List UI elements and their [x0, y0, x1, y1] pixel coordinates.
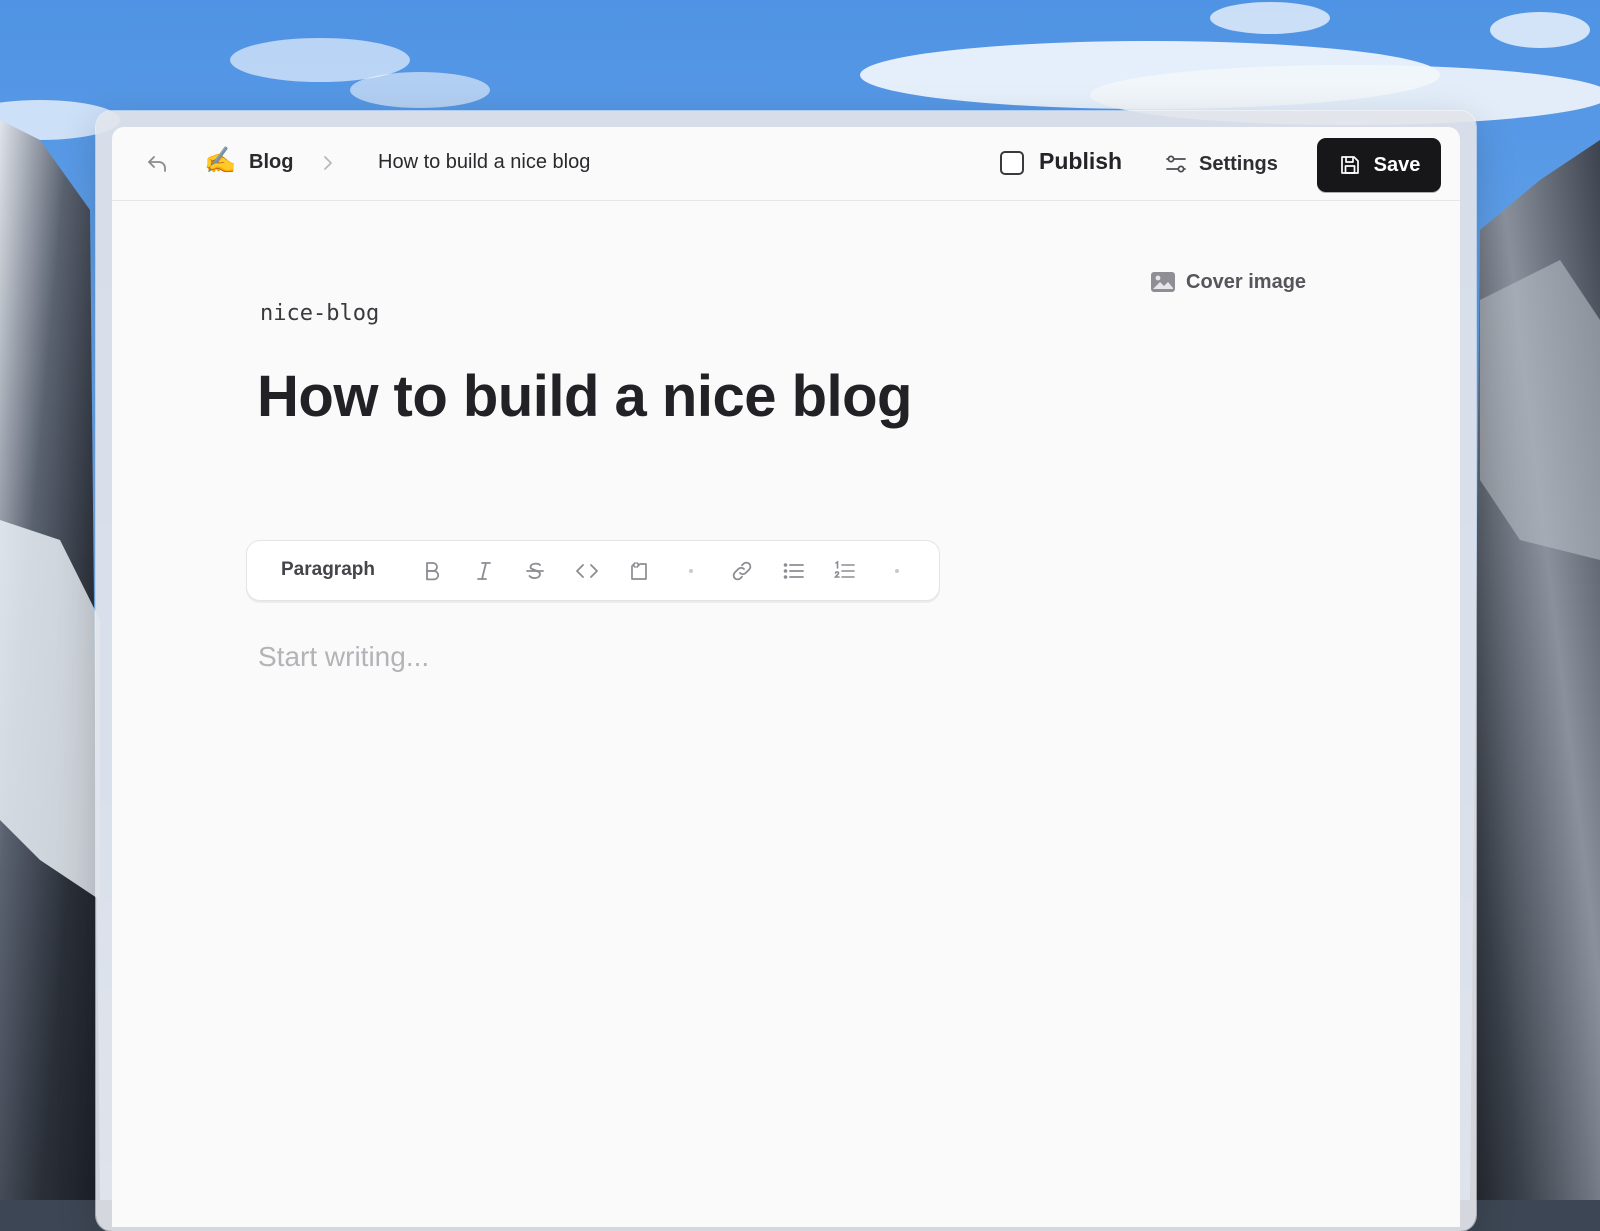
breadcrumb-current: How to build a nice blog — [378, 151, 591, 173]
link-icon — [732, 561, 752, 581]
settings-label: Settings — [1199, 152, 1278, 175]
italic-button[interactable] — [470, 557, 498, 585]
undo-arrow-icon — [148, 156, 166, 172]
save-label: Save — [1373, 153, 1421, 176]
post-title[interactable]: How to build a nice blog — [257, 363, 912, 430]
settings-button[interactable]: Settings — [1164, 149, 1278, 179]
top-bar: ✍️ Blog How to build a nice blog Publish… — [112, 127, 1460, 201]
code-icon — [576, 564, 598, 578]
ordered-list-icon — [833, 560, 855, 578]
sliders-icon — [1166, 155, 1186, 173]
block-type-dropdown[interactable]: Paragraph — [281, 559, 375, 581]
body-editor[interactable]: Start writing... — [258, 641, 1158, 681]
italic-icon — [477, 562, 491, 580]
link-button[interactable] — [728, 557, 756, 585]
code-block-button[interactable] — [625, 557, 653, 585]
inline-code-button[interactable] — [573, 557, 601, 585]
strikethrough-icon — [526, 562, 544, 579]
writing-hand-icon: ✍️ — [204, 146, 237, 176]
chevron-right-icon — [324, 156, 332, 170]
post-slug[interactable]: nice-blog — [260, 301, 379, 326]
publish-label[interactable]: Publish — [1039, 148, 1122, 175]
floppy-disk-icon — [1340, 156, 1359, 174]
back-button[interactable] — [142, 149, 172, 179]
publish-checkbox[interactable] — [1000, 151, 1024, 175]
ordered-list-button[interactable] — [831, 557, 859, 585]
image-icon — [1151, 272, 1175, 292]
editor-window: ✍️ Blog How to build a nice blog Publish… — [112, 127, 1460, 1227]
breadcrumb-root-link[interactable]: Blog — [249, 151, 293, 174]
formatting-toolbar: Paragraph — [246, 540, 940, 601]
bullet-list-button[interactable] — [780, 557, 808, 585]
toolbar-more-indicator — [895, 569, 899, 573]
toolbar-separator — [689, 569, 693, 573]
code-block-icon — [631, 562, 647, 580]
bold-icon — [426, 562, 440, 581]
strikethrough-button[interactable] — [521, 557, 549, 585]
cover-image-label: Cover image — [1186, 270, 1307, 293]
bold-button[interactable] — [418, 557, 446, 585]
bullet-list-icon — [783, 563, 804, 579]
cover-image-button[interactable]: Cover image — [1150, 267, 1306, 297]
save-button[interactable]: Save — [1317, 138, 1441, 192]
